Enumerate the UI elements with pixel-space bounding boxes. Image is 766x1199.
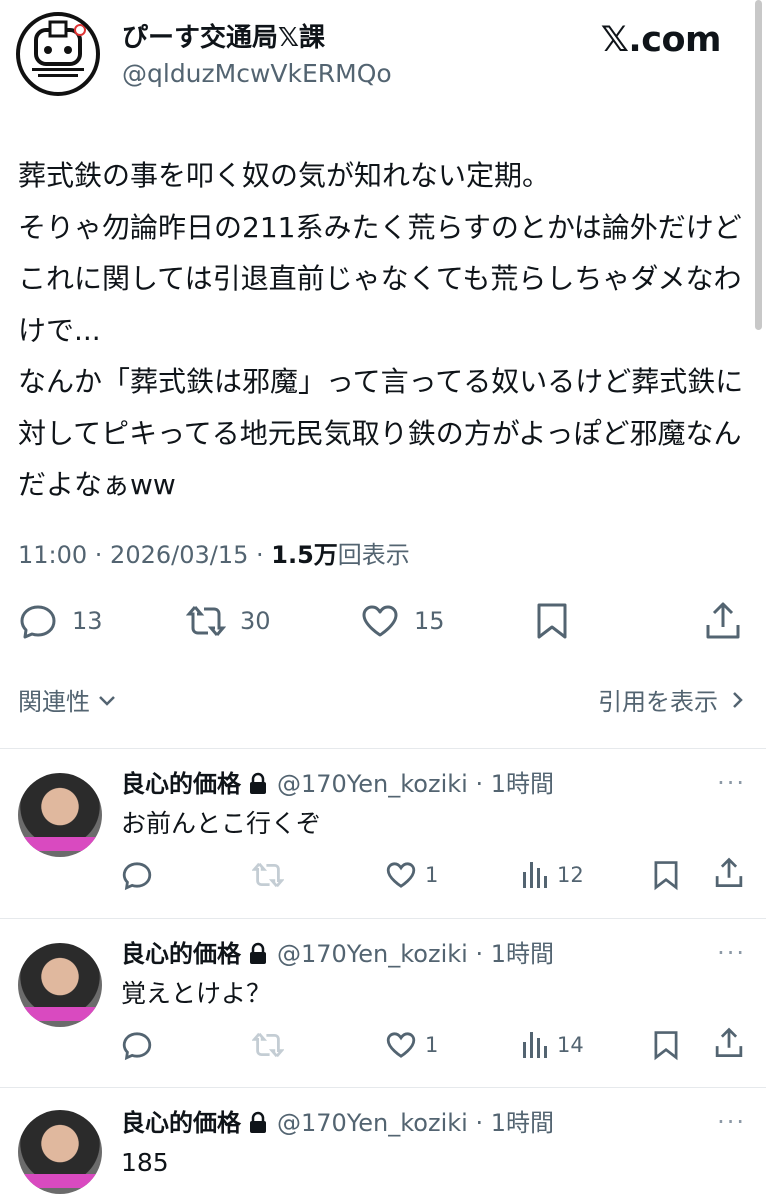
related-row: 関連性 引用を表示 xyxy=(18,682,748,722)
share-button[interactable] xyxy=(714,855,744,891)
reply-avatar[interactable] xyxy=(18,773,102,857)
author-handle[interactable]: @qlduzMcwVkERMQo xyxy=(122,58,392,90)
bookmark-icon xyxy=(537,603,567,639)
reply-icon xyxy=(20,605,56,639)
views-icon xyxy=(523,1032,547,1058)
view-quotes-link[interactable]: 引用を表示 xyxy=(598,682,748,717)
bookmark-icon xyxy=(654,1031,678,1061)
like-count: 15 xyxy=(414,607,445,635)
reply-text: 185 xyxy=(121,1148,169,1177)
reply-handle-time[interactable]: @170Yen_koziki · 1時間 xyxy=(277,767,554,801)
reply-author-name[interactable]: 良心的価格 xyxy=(121,767,241,801)
views-count: 1.5万 xyxy=(271,541,338,569)
retweet-icon xyxy=(186,606,226,636)
bookmark-button[interactable] xyxy=(652,1027,680,1063)
reply-handle-time[interactable]: @170Yen_koziki · 1時間 xyxy=(277,937,554,971)
lock-icon xyxy=(250,942,266,964)
reply-count: 13 xyxy=(72,607,103,635)
retweet-button[interactable] xyxy=(252,1027,284,1063)
reply-header: 良心的価格 @170Yen_koziki · 1時間 xyxy=(121,937,554,971)
chevron-right-icon xyxy=(733,691,743,708)
like-button[interactable]: 1 xyxy=(385,1027,438,1063)
reply-avatar[interactable] xyxy=(18,943,102,1027)
like-icon xyxy=(386,1032,416,1058)
tweet-meta: 11:00 · 2026/03/15 · 1.5万回表示 xyxy=(18,538,410,572)
views-icon xyxy=(523,862,547,888)
reply-author-name[interactable]: 良心的価格 xyxy=(121,1106,241,1140)
reply-text: 覚えとけよ？ xyxy=(121,979,272,1008)
views-count: 14 xyxy=(557,1033,584,1057)
reply-item[interactable]: 良心的価格 @170Yen_koziki · 1時間 ··· 覚えとけよ？ 1 … xyxy=(0,919,766,1089)
reply-item[interactable]: 良心的価格 @170Yen_koziki · 1時間 ··· お前んとこ行くぞ … xyxy=(0,749,766,919)
retweet-button[interactable]: 30 xyxy=(186,596,271,646)
views-button[interactable]: 12 xyxy=(521,857,584,893)
lock-icon xyxy=(250,1111,266,1133)
reply-text: お前んとこ行くぞ xyxy=(121,809,322,838)
more-icon[interactable]: ··· xyxy=(717,769,746,797)
like-count: 1 xyxy=(425,863,439,887)
views-label: 回表示 xyxy=(337,541,410,569)
bookmark-button[interactable] xyxy=(652,857,680,893)
reply-button[interactable] xyxy=(121,1027,153,1063)
retweet-icon xyxy=(252,862,284,888)
like-button[interactable]: 15 xyxy=(360,596,445,646)
author-name[interactable]: ぴーす交通局𝕏課 xyxy=(122,22,325,54)
like-count: 1 xyxy=(425,1033,439,1057)
reply-icon xyxy=(122,1032,152,1061)
like-icon xyxy=(386,862,416,888)
reply-button[interactable] xyxy=(121,857,153,893)
bookmark-button[interactable] xyxy=(534,596,570,646)
tweet-text: 葬式鉄の事を叩く奴の気が知れない定期。 そりゃ勿論昨日の211系みたく荒らすのと… xyxy=(18,159,744,501)
retweet-icon xyxy=(252,1032,284,1058)
views-button[interactable]: 14 xyxy=(521,1027,584,1063)
view-quotes-label: 引用を表示 xyxy=(598,688,718,716)
lock-icon xyxy=(250,772,266,794)
reply-author-name[interactable]: 良心的価格 xyxy=(121,937,241,971)
share-icon xyxy=(715,857,743,888)
brand-label: 𝕏.com xyxy=(600,20,722,60)
author-avatar[interactable] xyxy=(16,12,100,96)
reply-icon xyxy=(122,862,152,891)
more-icon[interactable]: ··· xyxy=(717,939,746,967)
share-button[interactable] xyxy=(704,596,742,646)
tweet-time[interactable]: 11:00 · 2026/03/15 · xyxy=(18,541,271,569)
reply-header: 良心的価格 @170Yen_koziki · 1時間 xyxy=(121,767,554,801)
sort-relevance-button[interactable]: 関連性 xyxy=(18,682,118,717)
reply-avatar[interactable] xyxy=(18,1110,102,1194)
retweet-count: 30 xyxy=(240,607,271,635)
reply-button[interactable]: 13 xyxy=(18,596,103,646)
like-button[interactable]: 1 xyxy=(385,857,438,893)
share-button[interactable] xyxy=(714,1025,744,1061)
reply-header: 良心的価格 @170Yen_koziki · 1時間 xyxy=(121,1106,554,1140)
reply-handle-time[interactable]: @170Yen_koziki · 1時間 xyxy=(277,1106,554,1140)
sort-label: 関連性 xyxy=(18,688,90,716)
views-count: 12 xyxy=(557,863,584,887)
retweet-button[interactable] xyxy=(252,857,284,893)
share-icon xyxy=(706,602,740,639)
reply-item[interactable]: 良心的価格 @170Yen_koziki · 1時間 ··· 185 xyxy=(0,1088,766,1199)
more-icon[interactable]: ··· xyxy=(717,1108,746,1136)
chevron-down-icon xyxy=(99,695,115,706)
bookmark-icon xyxy=(654,861,678,891)
share-icon xyxy=(715,1027,743,1058)
author-logo-icon xyxy=(32,20,86,77)
like-icon xyxy=(362,605,398,637)
